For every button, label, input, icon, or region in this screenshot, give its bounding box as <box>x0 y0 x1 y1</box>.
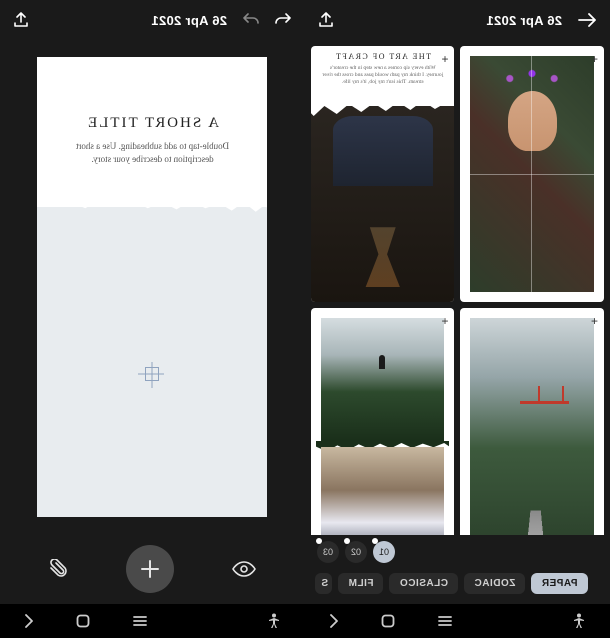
page-dot-2[interactable]: 02 <box>345 541 367 563</box>
category-tab-paper[interactable]: PAPER <box>531 573 587 594</box>
canvas-subtitle[interactable]: Double-tap to add subheading. Use a shor… <box>64 140 242 165</box>
category-tab-clasico[interactable]: CLASICO <box>390 573 459 594</box>
add-icon: + <box>591 314 598 328</box>
topbar-right: 26 Apr 2021 <box>305 0 610 40</box>
editor-toolbar <box>0 534 305 604</box>
accessibility-icon[interactable] <box>267 613 281 629</box>
undo-icon[interactable] <box>275 13 291 27</box>
category-tab-more[interactable]: S <box>315 573 332 594</box>
add-icon: + <box>441 52 448 66</box>
page-dot-3[interactable]: 03 <box>317 541 339 563</box>
template-photo <box>471 56 595 292</box>
topbar-left: 26 Apr 2021 <box>0 0 305 40</box>
add-icon: + <box>591 52 598 66</box>
nav-back-icon[interactable] <box>24 614 34 628</box>
canvas-area: A SHORT TITLE Double-tap to add subheadi… <box>0 40 305 534</box>
nav-back-icon[interactable] <box>329 614 339 628</box>
template-card-3[interactable]: + <box>461 308 605 535</box>
template-card-1[interactable]: + <box>461 46 605 302</box>
page-indicator: 01 02 03 <box>305 535 610 567</box>
back-arrow-icon[interactable] <box>578 13 596 27</box>
add-icon: + <box>441 314 448 328</box>
home-icon[interactable] <box>381 614 395 628</box>
export-icon[interactable] <box>319 12 333 28</box>
preview-icon[interactable] <box>232 561 256 577</box>
category-tabs: PAPER ZODIAC CLASICO FILM S <box>305 567 610 604</box>
date-label: 26 Apr 2021 <box>151 13 227 28</box>
template-gallery: + + THE ART OF CRAFT With every sip come… <box>305 40 610 535</box>
date-label: 26 Apr 2021 <box>486 13 562 28</box>
recent-apps-icon[interactable] <box>132 613 148 629</box>
add-content-marker[interactable] <box>146 367 160 381</box>
attachment-icon[interactable] <box>49 559 67 579</box>
system-navbar <box>305 604 610 638</box>
template-photo-bottom <box>321 447 445 535</box>
page-dot-1[interactable]: 01 <box>373 541 395 563</box>
home-icon[interactable] <box>76 614 90 628</box>
system-navbar <box>0 604 305 638</box>
template-photo-top <box>321 318 445 441</box>
accessibility-icon[interactable] <box>572 613 586 629</box>
template-title: THE ART OF CRAFT <box>311 52 455 61</box>
story-canvas[interactable]: A SHORT TITLE Double-tap to add subheadi… <box>38 57 268 517</box>
template-body: With every sip comes a new step in the c… <box>321 65 445 86</box>
recent-apps-icon[interactable] <box>437 613 453 629</box>
category-tab-zodiac[interactable]: ZODIAC <box>464 573 525 594</box>
export-icon[interactable] <box>14 12 28 28</box>
add-button[interactable] <box>126 545 174 593</box>
template-gallery-pane: 26 Apr 2021 + + THE ART OF CR <box>305 0 610 638</box>
template-card-2[interactable]: + THE ART OF CRAFT With every sip comes … <box>311 46 455 302</box>
category-tab-film[interactable]: FILM <box>338 573 383 594</box>
template-card-4[interactable]: + <box>311 308 455 535</box>
editor-pane: 26 Apr 2021 A SHORT TITLE Double-tap to … <box>0 0 305 638</box>
redo-icon[interactable] <box>243 13 259 27</box>
template-photo <box>311 106 455 302</box>
template-photo <box>471 318 595 535</box>
canvas-title[interactable]: A SHORT TITLE <box>38 115 268 132</box>
